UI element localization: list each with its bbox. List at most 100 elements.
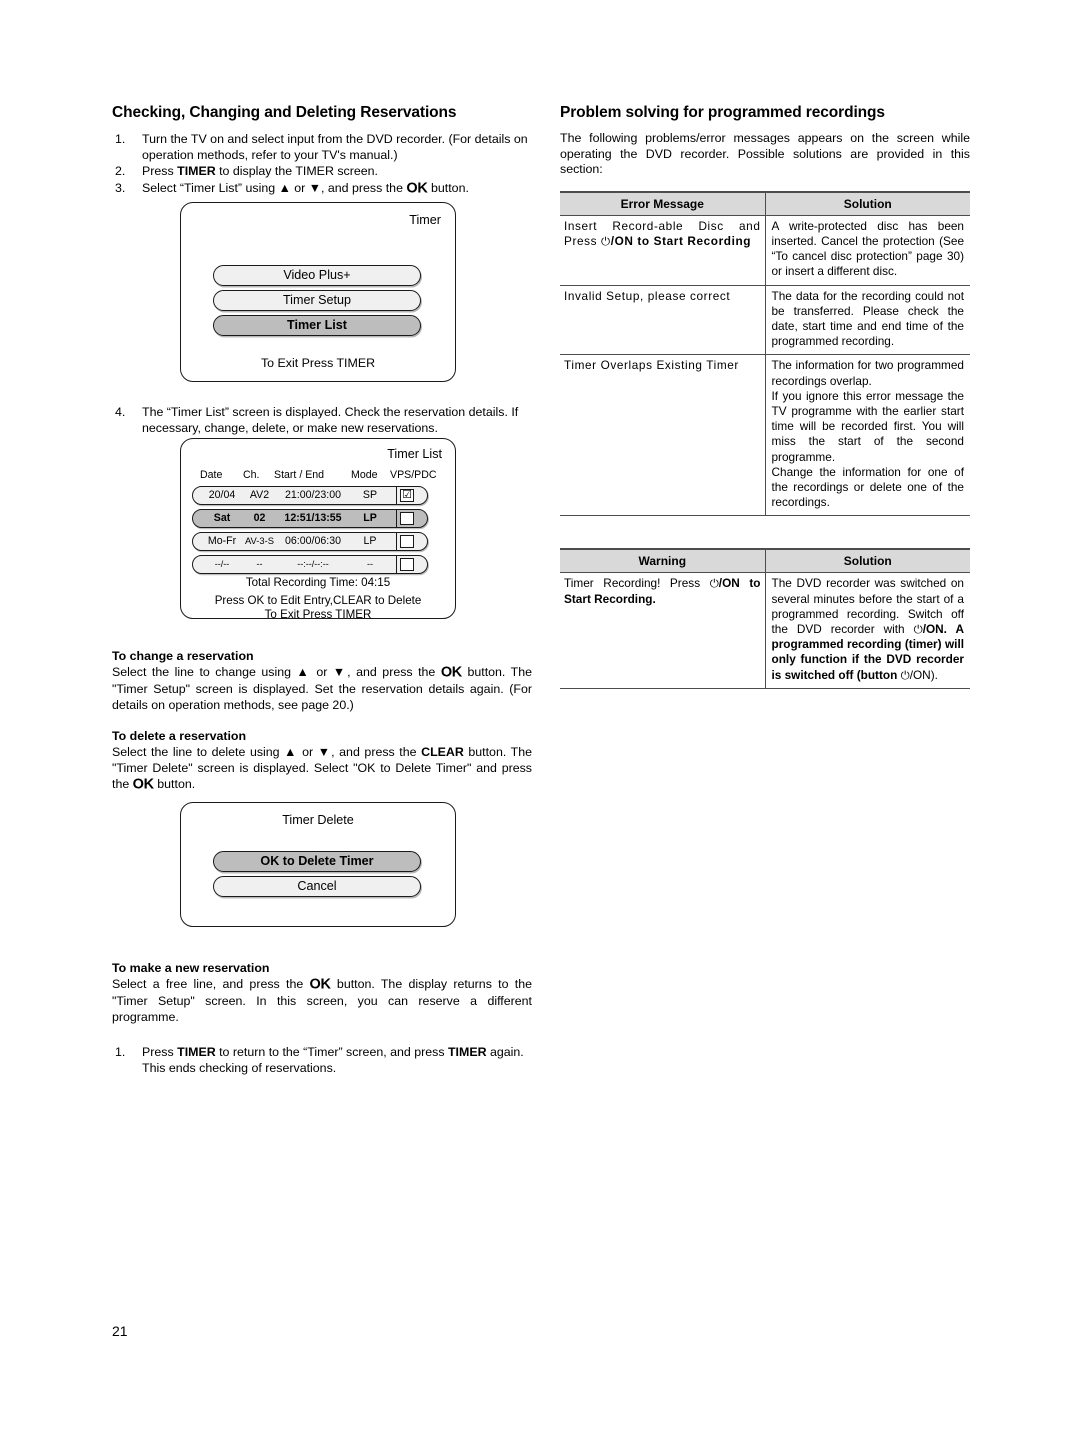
- error-1-solution: A write-protected disc has been inserted…: [765, 215, 970, 286]
- table-row[interactable]: --/-- -- --:--/--:-- --: [192, 555, 428, 574]
- warning-message: Timer Recording! Press ⏻/ON to Start Rec…: [560, 572, 766, 689]
- timer-list-osd-title: Timer List: [387, 447, 442, 461]
- row-2-mode: LP: [363, 512, 377, 524]
- row-4-start-end: --:--/--:--: [297, 559, 329, 569]
- delete-text-1: Select the line to delete using ▲ or ▼, …: [112, 745, 422, 759]
- warning-message-pre: Timer Recording! Press: [564, 576, 710, 591]
- row-4-divider: [395, 556, 397, 573]
- warning-table: Warning Solution Timer Recording! Press …: [560, 548, 970, 689]
- new-reservation-paragraph: Select a free line, and press the OK but…: [112, 976, 532, 1025]
- column-header-mode: Mode: [351, 469, 378, 481]
- osd-item-cancel[interactable]: Cancel: [213, 876, 421, 897]
- ok-button-glyph: OK: [406, 180, 428, 197]
- column-header-start-end: Start / End: [274, 469, 325, 481]
- row-4-channel: --: [256, 559, 263, 569]
- step-4-number: 4.: [115, 405, 126, 419]
- osd-item-video-plus[interactable]: Video Plus+: [213, 265, 421, 286]
- column-header-date: Date: [200, 469, 223, 481]
- step-2-text-post: to display the TIMER screen.: [215, 164, 378, 179]
- clear-keyword: CLEAR: [421, 745, 464, 759]
- final-step-number: 1.: [115, 1045, 126, 1059]
- table-row[interactable]: Mo-Fr AV-3-S 06:00/06:30 LP: [192, 532, 428, 551]
- row-1-date: 20/04: [208, 489, 236, 501]
- column-header-channel: Ch.: [243, 469, 260, 481]
- timer-osd-footer: To Exit Press TIMER: [260, 356, 376, 370]
- timer-osd-title: Timer: [409, 213, 441, 227]
- row-2-vps-checkbox[interactable]: [400, 512, 414, 525]
- table-row: Invalid Setup, please correct The data f…: [560, 285, 970, 356]
- row-1-start-end: 21:00/23:00: [285, 489, 341, 501]
- error-table-header-solution: Solution: [765, 190, 970, 216]
- page-number: 21: [112, 1323, 128, 1339]
- row-3-date: Mo-Fr: [207, 535, 237, 547]
- ok-button-glyph: OK: [309, 976, 331, 993]
- table-row: Timer Overlaps Existing Timer The inform…: [560, 354, 970, 517]
- step-4-block: 4. The “Timer List” screen is displayed.…: [112, 404, 532, 436]
- error-table-header-message: Error Message: [560, 190, 766, 216]
- error-3-solution-p1: The information for two programmed recor…: [771, 358, 965, 388]
- step-2-number: 2.: [115, 164, 126, 179]
- timer-list-header-row: Date Ch. Start / End Mode VPS/PDC: [181, 469, 455, 483]
- warning-table-header-solution: Solution: [765, 548, 970, 574]
- table-row: Insert Record-able Disc and Press ⏻/ON t…: [560, 215, 970, 286]
- right-section-heading: Problem solving for programmed recording…: [560, 104, 885, 121]
- delete-reservation-heading: To delete a reservation: [112, 729, 247, 743]
- timer-delete-osd-title: Timer Delete: [282, 813, 354, 827]
- error-3-solution-p3: Change the information for one of the re…: [771, 464, 965, 510]
- error-1-message: Insert Record-able Disc and Press ⏻/ON t…: [560, 215, 766, 286]
- step-1-number: 1.: [115, 132, 126, 146]
- step-2-text-pre: Press: [142, 164, 178, 179]
- step-2-keyword: TIMER: [177, 164, 216, 179]
- right-column: Problem solving for programmed recording…: [560, 104, 970, 689]
- row-4-date: --/--: [214, 559, 230, 569]
- delete-text-3: button.: [153, 777, 196, 791]
- step-1-text: Turn the TV on and select input from the…: [142, 132, 528, 163]
- delete-reservation-block: To delete a reservation Select the line …: [112, 729, 532, 793]
- osd-item-timer-list[interactable]: Timer List: [213, 315, 421, 336]
- error-3-solution: The information for two programmed recor…: [765, 354, 970, 517]
- ok-button-glyph: OK: [132, 776, 154, 793]
- row-3-vps-checkbox[interactable]: [400, 535, 414, 548]
- osd-item-timer-setup[interactable]: Timer Setup: [213, 290, 421, 311]
- final-text-2: to return to the “Timer” screen, and pre…: [215, 1045, 448, 1059]
- total-recording-time: Total Recording Time: 04:15: [245, 576, 391, 589]
- timer-list-footer-1: Press OK to Edit Entry,CLEAR to Delete: [214, 594, 422, 607]
- power-icon: ⏻: [900, 667, 910, 682]
- row-2-start-end: 12:51/13:55: [284, 512, 342, 524]
- error-3-solution-p2: If you ignore this error message the TV …: [771, 388, 965, 464]
- step-3-number: 3.: [115, 180, 126, 195]
- step-2: 2. Press TIMER to display the TIMER scre…: [112, 163, 532, 179]
- row-3-divider: [395, 533, 397, 550]
- error-message-table: Error Message Solution Insert Record-abl…: [560, 190, 970, 517]
- row-3-mode: LP: [363, 535, 377, 547]
- table-row: Timer Recording! Press ⏻/ON to Start Rec…: [560, 572, 970, 689]
- row-1-divider: [395, 487, 397, 504]
- step-3: 3. Select “Timer List” using ▲ or ▼, and…: [112, 180, 532, 197]
- step-3-text-post: button.: [427, 180, 469, 195]
- change-reservation-block: To change a reservation Select the line …: [112, 649, 532, 713]
- left-section-heading: Checking, Changing and Deleting Reservat…: [112, 104, 457, 121]
- power-icon: ⏻: [601, 233, 611, 248]
- row-4-vps-checkbox[interactable]: [400, 558, 414, 571]
- row-2-channel: 02: [253, 512, 266, 524]
- table-row[interactable]: 20/04 AV2 21:00/23:00 SP ☑: [192, 486, 428, 505]
- final-text-1: Press: [142, 1045, 178, 1059]
- timer-keyword-1: TIMER: [177, 1045, 216, 1059]
- final-step: 1. Press TIMER to return to the “Timer” …: [112, 1044, 532, 1076]
- delete-reservation-paragraph: Select the line to delete using ▲ or ▼, …: [112, 744, 532, 793]
- error-table-header-row: Error Message Solution: [560, 190, 970, 216]
- osd-item-ok-to-delete-timer[interactable]: OK to Delete Timer: [213, 851, 421, 872]
- power-icon: ⏻: [913, 622, 923, 637]
- error-1-message-post: /ON to Start Recording: [610, 233, 752, 248]
- final-step-block: 1. Press TIMER to return to the “Timer” …: [112, 1044, 532, 1076]
- new-reservation-heading: To make a new reservation: [112, 961, 270, 975]
- new-reservation-block: To make a new reservation Select a free …: [112, 961, 532, 1025]
- left-steps-list: 1. Turn the TV on and select input from …: [112, 131, 532, 196]
- new-text-1: Select a free line, and press the: [112, 977, 310, 991]
- table-row[interactable]: Sat 02 12:51/13:55 LP: [192, 509, 428, 528]
- timer-list-osd-screen: Timer List Date Ch. Start / End Mode VPS…: [180, 438, 456, 621]
- row-1-vps-checkbox[interactable]: ☑: [400, 489, 414, 502]
- change-reservation-heading: To change a reservation: [112, 649, 254, 663]
